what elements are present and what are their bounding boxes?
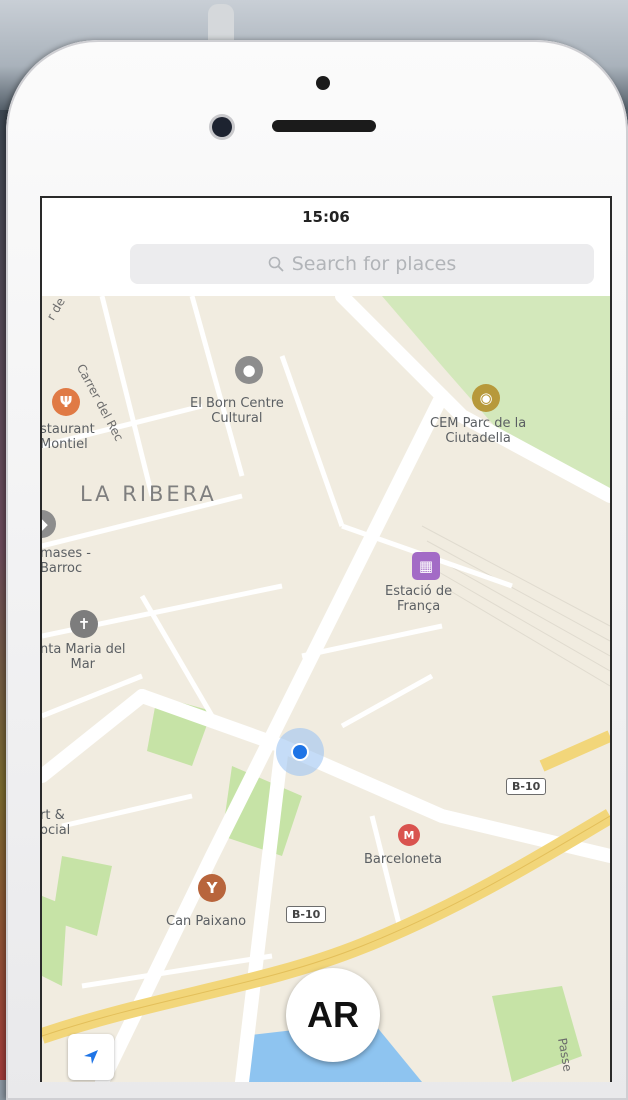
road-shield-b10-east: B-10 (506, 778, 547, 795)
place-el-born[interactable]: El Born Centre Cultural (190, 396, 284, 426)
map-canvas (42, 296, 610, 1082)
sports-icon[interactable]: ◉ (472, 384, 500, 412)
place-estacio[interactable]: Estació de França (385, 584, 452, 614)
proximity-sensor (316, 76, 330, 90)
metro-icon[interactable]: M (398, 824, 420, 846)
place-restaurant[interactable]: staurant Montiel (42, 422, 95, 452)
place-can-paixano[interactable]: Can Paixano (166, 914, 246, 929)
statue-silhouette (208, 4, 234, 44)
place-barceloneta[interactable]: Barceloneta (364, 852, 442, 867)
ar-button[interactable]: AR (286, 968, 380, 1062)
phone-screen: 15:06 Search for places r de Carrer del … (40, 196, 612, 1082)
church-icon[interactable]: ✝ (70, 610, 98, 638)
district-label-la-ribera: LA RIBERA (80, 482, 217, 506)
restaurant-icon[interactable]: Ψ (52, 388, 80, 416)
status-time: 15:06 (302, 208, 350, 226)
map-view[interactable]: r de Carrer del Rec Passe LA RIBERA ● El… (42, 295, 610, 1082)
search-bar[interactable]: Search for places (130, 244, 594, 284)
front-camera (212, 117, 232, 137)
search-icon (268, 256, 284, 272)
landmark-icon[interactable]: ● (235, 356, 263, 384)
earpiece-speaker (272, 120, 376, 132)
road-shield-b10-west: B-10 (286, 906, 327, 923)
location-arrow-icon (84, 1050, 98, 1064)
place-cem-parc[interactable]: CEM Parc de la Ciutadella (430, 416, 526, 446)
search-placeholder: Search for places (291, 253, 457, 275)
place-santa-maria[interactable]: nta Maria del Mar (42, 642, 126, 672)
bar-icon[interactable]: Y (198, 874, 226, 902)
locate-button[interactable] (68, 1034, 114, 1080)
place-art-social[interactable]: rt & ocial (42, 808, 70, 838)
place-damases[interactable]: mases - Barroc (42, 546, 91, 576)
train-station-icon[interactable]: ▦ (412, 552, 440, 580)
